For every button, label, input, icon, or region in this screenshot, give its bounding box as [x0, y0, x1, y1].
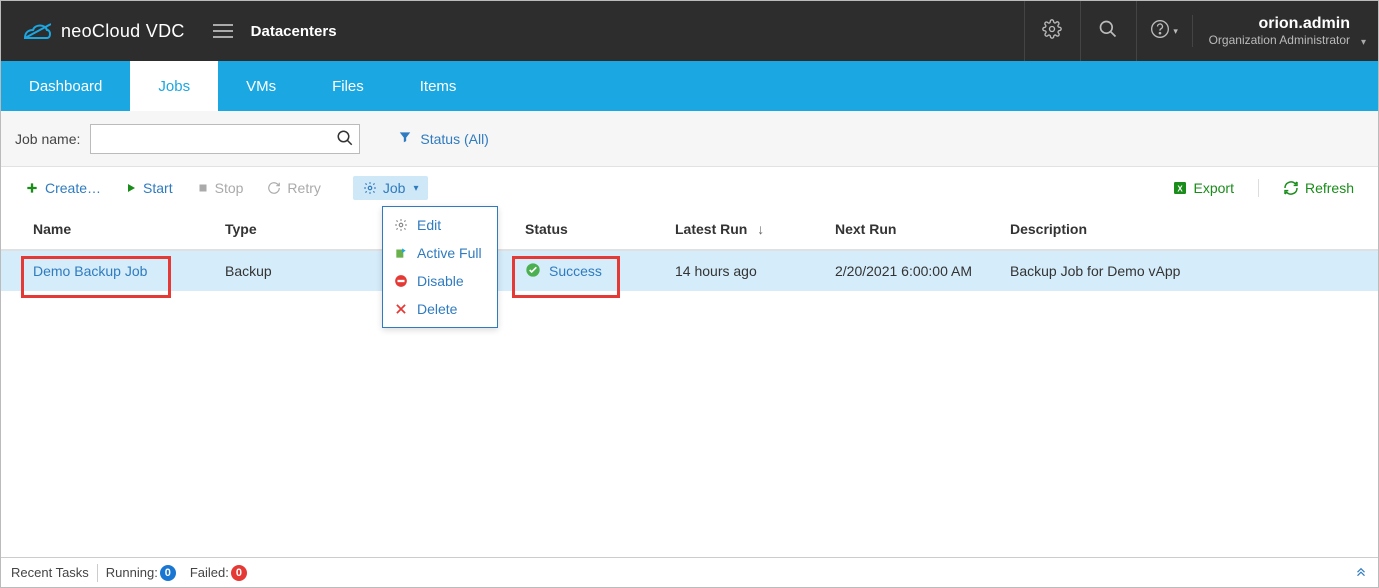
app-header: neoCloud VDC Datacenters ▾ orion.admin O…	[1, 1, 1378, 61]
retry-label: Retry	[287, 180, 320, 196]
col-name[interactable]: Name	[15, 221, 215, 237]
export-label: Export	[1194, 180, 1234, 196]
job-dropdown-menu: Edit Active Full Disable Delete	[382, 206, 498, 328]
cloud-logo-icon	[23, 20, 51, 42]
menu-delete-label: Delete	[417, 301, 457, 317]
header-actions: ▾ orion.admin Organization Administrator…	[1024, 1, 1356, 61]
menu-edit[interactable]: Edit	[383, 211, 497, 239]
divider	[97, 564, 98, 582]
jobname-search-wrap	[90, 124, 360, 154]
col-next[interactable]: Next Run	[825, 221, 1000, 237]
chevron-down-icon: ▾	[1173, 26, 1178, 37]
job-menu-button[interactable]: Job ▾	[353, 176, 429, 200]
sort-down-icon: ↓	[757, 221, 764, 237]
tab-dashboard[interactable]: Dashboard	[1, 61, 130, 111]
search-button[interactable]	[1080, 1, 1136, 61]
user-role: Organization Administrator	[1209, 33, 1350, 47]
stop-icon	[197, 182, 209, 194]
settings-button[interactable]	[1024, 1, 1080, 61]
delete-icon	[393, 301, 409, 317]
status-text: Success	[549, 263, 602, 279]
gear-icon	[1042, 19, 1062, 44]
table-row[interactable]: Demo Backup Job Backup Success 14 hours …	[1, 251, 1378, 291]
edit-icon	[393, 217, 409, 233]
failed-label: Failed:	[190, 565, 229, 580]
recent-tasks-label[interactable]: Recent Tasks	[11, 565, 89, 580]
help-button[interactable]: ▾	[1136, 1, 1192, 61]
chevron-down-icon: ▾	[1361, 37, 1366, 48]
refresh-icon	[1283, 180, 1299, 196]
footer: Recent Tasks Running: 0 Failed: 0	[1, 557, 1378, 587]
cell-latest: 14 hours ago	[665, 263, 825, 279]
table-header: Name Type Status Latest Run ↓ Next Run D…	[1, 209, 1378, 251]
cell-desc: Backup Job for Demo vApp	[1000, 263, 1364, 279]
menu-delete[interactable]: Delete	[383, 295, 497, 323]
divider	[1258, 179, 1259, 197]
col-status[interactable]: Status	[515, 221, 665, 237]
menu-active-full[interactable]: Active Full	[383, 239, 497, 267]
filter-bar: Job name: Status (All)	[1, 111, 1378, 167]
funnel-icon	[398, 130, 412, 147]
gear-icon	[363, 181, 377, 195]
user-menu[interactable]: orion.admin Organization Administrator ▾	[1192, 15, 1356, 47]
stop-button: Stop	[187, 176, 254, 200]
plus-icon	[25, 181, 39, 195]
stop-label: Stop	[215, 180, 244, 196]
running-label: Running:	[106, 565, 158, 580]
logo: neoCloud VDC	[23, 20, 185, 42]
expand-footer-icon[interactable]	[1354, 564, 1368, 581]
chevron-down-icon: ▾	[413, 183, 418, 194]
create-label: Create…	[45, 180, 101, 196]
refresh-button[interactable]: Refresh	[1273, 176, 1364, 200]
retry-button: Retry	[257, 176, 330, 200]
excel-icon: X	[1172, 180, 1188, 196]
tab-vms[interactable]: VMs	[218, 61, 304, 111]
menu-active-full-label: Active Full	[417, 245, 482, 261]
nav-datacenters[interactable]: Datacenters	[251, 23, 337, 40]
search-icon	[1098, 19, 1118, 44]
play-icon	[125, 182, 137, 194]
help-icon	[1150, 19, 1170, 44]
svg-text:X: X	[1177, 184, 1183, 193]
search-icon[interactable]	[336, 129, 354, 152]
product-name: neoCloud VDC	[61, 21, 185, 42]
toolbar: Create… Start Stop Retry Job ▾	[1, 167, 1378, 209]
create-button[interactable]: Create…	[15, 176, 111, 200]
col-latest-label: Latest Run	[675, 221, 747, 237]
status-filter-label: Status (All)	[420, 131, 488, 147]
success-check-icon	[525, 262, 541, 281]
disable-icon	[393, 273, 409, 289]
retry-icon	[267, 181, 281, 195]
user-name: orion.admin	[1258, 15, 1350, 33]
tab-jobs[interactable]: Jobs	[130, 61, 218, 111]
export-button[interactable]: X Export	[1162, 176, 1244, 200]
failed-count-badge: 0	[231, 565, 247, 581]
main-scroll[interactable]: Dashboard Jobs VMs Files Items Job name:…	[1, 61, 1378, 557]
jobname-label: Job name:	[15, 131, 80, 147]
menu-disable-label: Disable	[417, 273, 464, 289]
job-name-link[interactable]: Demo Backup Job	[33, 263, 147, 279]
status-cell: Success	[525, 262, 655, 281]
start-button[interactable]: Start	[115, 176, 183, 200]
refresh-label: Refresh	[1305, 180, 1354, 196]
start-label: Start	[143, 180, 173, 196]
hamburger-menu-icon[interactable]	[213, 24, 233, 38]
main-tabs: Dashboard Jobs VMs Files Items	[1, 61, 1378, 111]
job-label: Job	[383, 180, 406, 196]
tab-items[interactable]: Items	[392, 61, 485, 111]
menu-disable[interactable]: Disable	[383, 267, 497, 295]
tab-files[interactable]: Files	[304, 61, 392, 111]
col-latest[interactable]: Latest Run ↓	[665, 221, 825, 237]
status-filter[interactable]: Status (All)	[398, 130, 488, 147]
running-count-badge: 0	[160, 565, 176, 581]
col-desc[interactable]: Description	[1000, 221, 1364, 237]
active-full-icon	[393, 245, 409, 261]
cell-next: 2/20/2021 6:00:00 AM	[825, 263, 1000, 279]
jobname-search-input[interactable]	[90, 124, 360, 154]
menu-edit-label: Edit	[417, 217, 441, 233]
